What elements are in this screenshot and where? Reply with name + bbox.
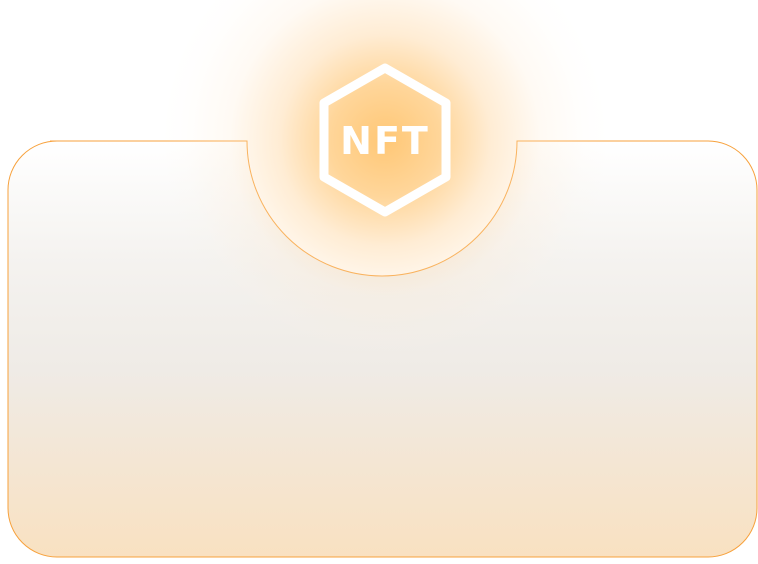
- nft-label: NFT: [340, 119, 430, 163]
- nft-card-stage: NFT: [0, 0, 758, 564]
- nft-hexagon-icon: NFT: [319, 63, 451, 217]
